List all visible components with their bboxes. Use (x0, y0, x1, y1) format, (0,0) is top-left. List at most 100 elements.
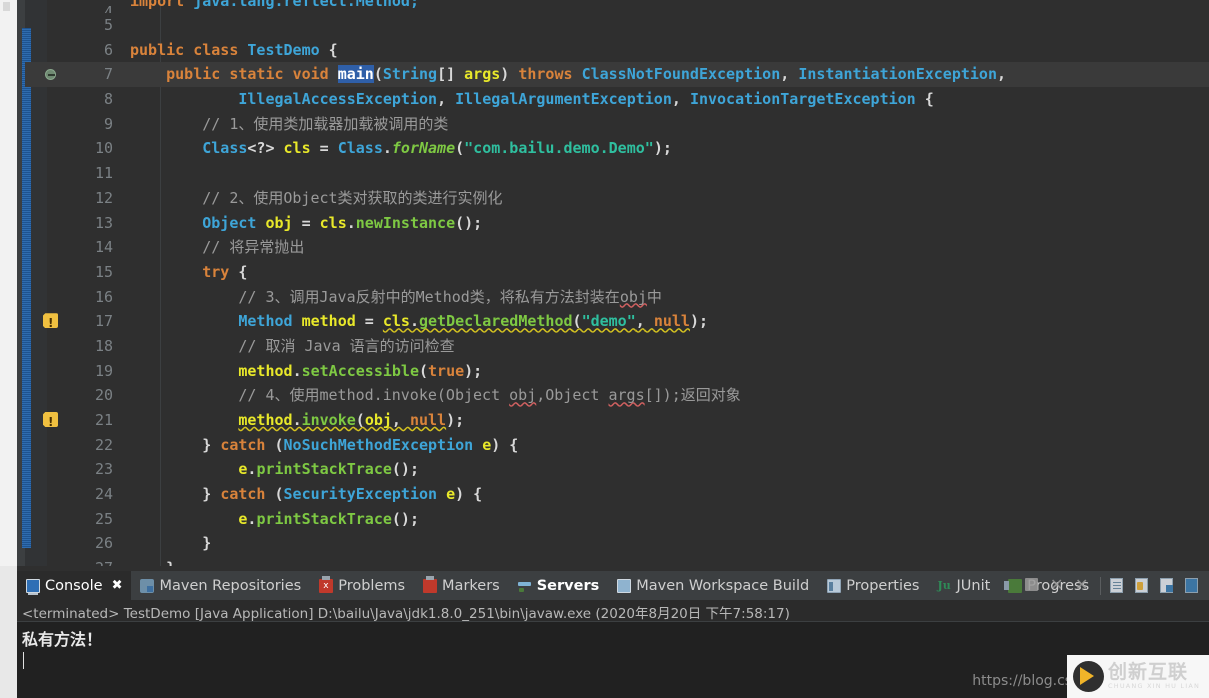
line-number: 19 (94, 361, 113, 380)
code-token: = (310, 139, 338, 158)
line-number: 15 (94, 262, 113, 281)
scroll-lock-icon[interactable] (1135, 577, 1151, 594)
terminate-icon[interactable] (1025, 577, 1041, 594)
view-tab-bar[interactable]: Console ✖ Maven Repositories Problems Marker… (17, 571, 1209, 600)
code-line-text: // 取消 Java 语言的访问检查 (130, 334, 454, 359)
console-toolbar[interactable]: ✕ ✕ (1025, 571, 1205, 600)
code-token: newInstance (355, 213, 456, 232)
code-token: . (292, 361, 302, 380)
tab-markers[interactable]: Markers (414, 571, 509, 600)
display-console-icon[interactable] (1185, 577, 1201, 594)
code-token: Method (238, 312, 293, 331)
code-line[interactable]: 26 } (25, 531, 1209, 556)
pin-console-icon[interactable] (1160, 577, 1176, 594)
code-line[interactable]: 5 (25, 13, 1209, 38)
code-token: ) (500, 65, 519, 84)
code-line[interactable]: 22 } catch (NoSuchMethodException e) { (25, 433, 1209, 458)
code-editor[interactable]: 4 import java.lang.reflect.Method; 5 6 publi… (0, 0, 1209, 566)
brand-name-cn: 创新互联 (1108, 661, 1189, 684)
properties-icon (827, 578, 842, 593)
code-token: null (409, 411, 447, 429)
code-line[interactable]: 16 // 3、调用Java反射中的Method类，将私有方法封装在obj中 (25, 285, 1209, 310)
code-token: method (301, 312, 356, 331)
code-token: , (997, 65, 1007, 84)
tab-label: Maven Repositories (159, 577, 302, 594)
code-token: invoke (301, 411, 356, 429)
code-line[interactable]: 17 Method method = cls.getDeclaredMethod… (25, 309, 1209, 334)
code-line-text: // 3、调用Java反射中的Method类，将私有方法封装在obj中 (130, 285, 662, 310)
tab-console[interactable]: Console ✖ (17, 571, 132, 600)
code-token: ( (373, 65, 383, 84)
code-line[interactable]: 12 // 2、使用Object类对获取的类进行实例化 (25, 186, 1209, 211)
remove-launch-icon[interactable]: ✕ (1050, 576, 1066, 594)
code-line[interactable]: 18 // 取消 Java 语言的访问检查 (25, 334, 1209, 359)
code-token: ,Object (536, 386, 609, 405)
code-token: ( (265, 485, 284, 504)
code-token: <?> (247, 139, 284, 158)
code-line[interactable]: 21 method.invoke(obj, null); (25, 408, 1209, 433)
code-line-text: method.setAccessible(true); (130, 359, 482, 384)
code-line[interactable]: 6 public class TestDemo { (25, 38, 1209, 63)
tab-maven-repositories[interactable]: Maven Repositories (131, 571, 310, 600)
code-line[interactable]: 10 Class<?> cls = Class.forName("com.bai… (25, 136, 1209, 161)
code-token: IllegalArgumentException (455, 90, 672, 109)
code-lines-container[interactable]: 4 import java.lang.reflect.Method; 5 6 publi… (25, 0, 1209, 566)
code-line[interactable]: 13 Object obj = cls.newInstance(); (25, 211, 1209, 236)
code-line[interactable]: 27 } (25, 556, 1209, 566)
code-token: // 1、使用类加载器加载被调用的类 (202, 114, 449, 133)
line-number: 13 (94, 213, 113, 232)
editor-left-strip (0, 0, 17, 566)
code-token: // 将异常抛出 (202, 238, 305, 257)
code-token: InvocationTargetException (689, 90, 916, 109)
toolbar-divider (1100, 576, 1101, 595)
tab-problems[interactable]: Problems (310, 571, 414, 600)
code-line[interactable]: 8 IllegalAccessException, IllegalArgumen… (25, 87, 1209, 112)
code-line[interactable]: 4 import java.lang.reflect.Method; (25, 0, 1209, 13)
code-line[interactable]: 14 // 将异常抛出 (25, 235, 1209, 260)
tab-maven-workspace-build[interactable]: Maven Workspace Build (608, 571, 818, 600)
code-line-text: Class<?> cls = Class.forName("com.bailu.… (130, 136, 672, 161)
tab-junit[interactable]: Ju JUnit (928, 571, 999, 600)
junit-icon: Ju (937, 578, 951, 592)
editor-strip-marker (3, 2, 10, 11)
code-line[interactable]: 25 e.printStackTrace(); (25, 507, 1209, 532)
code-line[interactable]: 9 // 1、使用类加载器加载被调用的类 (25, 112, 1209, 137)
code-line[interactable]: 19 method.setAccessible(true); (25, 359, 1209, 384)
code-token: (); (391, 509, 419, 528)
clear-console-icon[interactable] (1110, 577, 1126, 594)
code-line[interactable]: 24 } catch (SecurityException e) { (25, 482, 1209, 507)
code-token: obj (265, 213, 293, 232)
code-token: static (229, 65, 284, 84)
code-line[interactable]: 15 try { (25, 260, 1209, 285)
code-token: InstantiationException (798, 65, 997, 84)
tab-servers[interactable]: Servers (509, 571, 609, 600)
line-number: 26 (94, 534, 113, 553)
code-token: args (464, 65, 501, 84)
close-icon[interactable]: ✖ (112, 578, 123, 593)
brand-text: 创新互联 CHUANG XIN HU LIAN (1108, 661, 1200, 690)
code-token: // 3、调用Java反射中的Method类，将私有方法封装在 (238, 287, 620, 306)
brand-logo-icon (1073, 661, 1104, 692)
tab-properties[interactable]: Properties (818, 571, 928, 600)
code-token: , (635, 312, 654, 331)
code-token: ( (265, 435, 284, 454)
code-token: ( (572, 312, 582, 331)
console-launch-header: <terminated> TestDemo [Java Application]… (17, 600, 1209, 622)
code-token: Object (202, 213, 257, 232)
problems-icon (319, 575, 334, 593)
remove-all-terminated-icon[interactable]: ✕ (1075, 576, 1091, 594)
code-line[interactable]: 7 public static void main(String[] args)… (25, 62, 1209, 88)
code-line[interactable]: 23 e.printStackTrace(); (25, 457, 1209, 482)
code-line[interactable]: 11 (25, 161, 1209, 186)
code-line[interactable]: 20 // 4、使用method.invoke(Object obj,Objec… (25, 383, 1209, 408)
